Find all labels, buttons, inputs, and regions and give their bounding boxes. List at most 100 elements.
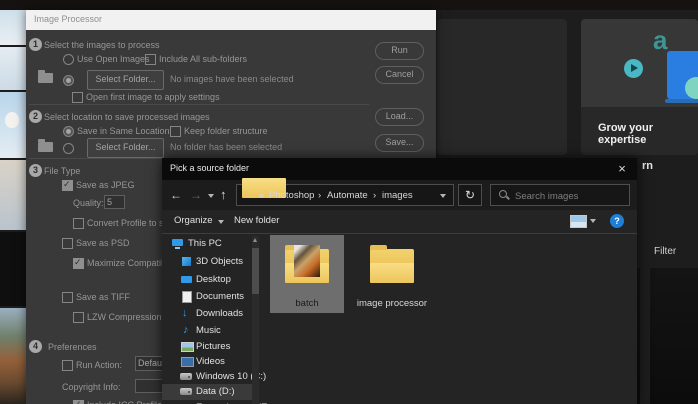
step1-title: Select the images to process <box>44 40 160 50</box>
keep-folder-structure-label[interactable]: Keep folder structure <box>184 126 268 136</box>
cancel-button[interactable]: Cancel <box>375 66 424 84</box>
divider <box>29 104 369 105</box>
breadcrumb-item-photoshop[interactable]: Photoshop <box>269 190 314 201</box>
letter-a-graphic: a <box>653 25 668 55</box>
up-icon[interactable]: ↑ <box>220 187 227 202</box>
open-first-image-checkbox[interactable] <box>72 92 83 103</box>
select-folder-radio[interactable] <box>63 75 74 86</box>
picker-title: Pick a source folder <box>170 163 250 173</box>
recent-thumbnail <box>0 10 26 45</box>
sidebar-item-data-d-selected[interactable]: Data (D:) <box>162 384 254 400</box>
folder-tile-image-processor[interactable]: image processor <box>350 235 434 313</box>
sidebar-item-entertainment[interactable]: Entertainment (E <box>162 400 267 404</box>
sidebar-item-desktop[interactable]: Desktop <box>162 272 254 288</box>
breadcrumb-separator: › <box>373 190 377 201</box>
documents-icon <box>182 291 192 303</box>
include-subfolders-checkbox[interactable] <box>145 54 156 65</box>
breadcrumb-separator: › <box>318 190 322 201</box>
address-chevron-icon[interactable] <box>440 194 446 198</box>
downloads-icon: ↓ <box>182 307 188 319</box>
save-psd-checkbox[interactable] <box>62 238 73 249</box>
search-input[interactable] <box>513 185 625 207</box>
include-icc-checkbox[interactable] <box>73 399 84 404</box>
save-psd-label[interactable]: Save as PSD <box>76 238 130 248</box>
sidebar-item-music[interactable]: ♪ Music <box>162 323 254 339</box>
refresh-icon: ↻ <box>464 188 476 202</box>
recent-thumbnail-balloon <box>0 92 26 158</box>
breadcrumb-item-automate[interactable]: Automate <box>327 190 368 201</box>
save-button[interactable]: Save... <box>375 134 424 152</box>
file-picker-dialog: Pick a source folder × ← → ↑ « Photoshop… <box>162 158 637 404</box>
batch-folder-preview <box>294 245 320 277</box>
save-tiff-checkbox[interactable] <box>62 292 73 303</box>
refresh-button[interactable]: ↻ <box>458 184 482 206</box>
new-folder-button[interactable]: New folder <box>234 215 279 226</box>
app-top-bar <box>0 0 698 10</box>
quality-label: Quality: <box>73 198 104 208</box>
organize-button[interactable]: Organize <box>174 215 213 226</box>
lzw-checkbox[interactable] <box>73 312 84 323</box>
run-button[interactable]: Run <box>375 42 424 60</box>
recent-thumbnail-temple <box>0 308 26 404</box>
sidebar-item-windows-c[interactable]: Windows 10 (C:) <box>162 369 266 385</box>
back-icon[interactable]: ← <box>170 188 182 202</box>
search-box[interactable] <box>490 184 630 207</box>
lzw-label[interactable]: LZW Compression <box>87 312 162 322</box>
load-button[interactable]: Load... <box>375 108 424 126</box>
copyright-label: Copyright Info: <box>62 382 121 392</box>
sidebar-scrollbar-thumb[interactable] <box>252 248 259 294</box>
image-processor-folder-icon <box>370 245 414 283</box>
save-same-location-label[interactable]: Save in Same Location <box>77 126 170 136</box>
scrollbar-up-icon[interactable] <box>253 238 257 242</box>
keep-folder-structure-checkbox[interactable] <box>170 126 181 137</box>
picker-nav-bar: ← → ↑ « Photoshop › Automate › images ↻ <box>162 178 637 210</box>
sidebar-item-videos[interactable]: Videos <box>162 354 254 370</box>
run-action-checkbox[interactable] <box>62 360 73 371</box>
sidebar-item-documents[interactable]: Documents <box>162 289 254 305</box>
folder-tile-batch[interactable]: batch <box>270 235 344 313</box>
sidebar-item-this-pc[interactable]: This PC <box>162 236 254 252</box>
learn-heading-fragment: rn <box>642 160 653 172</box>
convert-srgb-checkbox[interactable] <box>73 218 84 229</box>
open-first-image-label[interactable]: Open first image to apply settings <box>86 92 220 102</box>
maximize-compat-checkbox[interactable] <box>73 257 84 269</box>
recent-thumbnail <box>0 47 26 90</box>
quality-input[interactable] <box>104 195 125 209</box>
grow-card-title: Grow your expertise <box>598 122 654 146</box>
step2-title: Select location to save processed images <box>44 112 210 122</box>
picker-sidebar: This PC 3D Objects Desktop Documents ↓ D… <box>162 234 267 404</box>
image-processor-title-bar: Image Processor <box>26 10 436 30</box>
use-open-images-radio[interactable] <box>63 54 74 65</box>
select-dest-folder-radio[interactable] <box>63 143 74 154</box>
forward-icon[interactable]: → <box>190 188 202 202</box>
sidebar-item-3d-objects[interactable]: 3D Objects <box>162 254 254 270</box>
address-bar[interactable]: « Photoshop › Automate › images <box>236 178 454 206</box>
help-icon[interactable]: ? <box>610 214 624 228</box>
step3-title: File Type <box>44 166 81 176</box>
save-jpeg-checkbox[interactable] <box>62 179 73 191</box>
breadcrumb-item-images[interactable]: images <box>382 190 413 201</box>
save-jpeg-label[interactable]: Save as JPEG <box>76 180 135 190</box>
sidebar-item-pictures[interactable]: Pictures <box>162 339 254 355</box>
save-tiff-label[interactable]: Save as TIFF <box>76 292 130 302</box>
view-mode-icon[interactable] <box>570 215 587 228</box>
close-icon[interactable]: × <box>613 160 631 178</box>
history-chevron-icon[interactable] <box>208 194 214 198</box>
step3-number: 3 <box>29 164 42 177</box>
laptop-base-graphic <box>665 99 698 103</box>
breadcrumb-folder-icon <box>242 178 286 198</box>
include-icc-label[interactable]: Include ICC Profile <box>87 400 162 404</box>
filter-label[interactable]: Filter <box>654 246 676 257</box>
add-folder-icon <box>38 70 53 83</box>
search-icon <box>499 190 507 198</box>
select-source-folder-button[interactable]: Select Folder... <box>87 70 164 90</box>
organize-chevron-icon[interactable] <box>218 220 224 224</box>
sidebar-item-downloads[interactable]: ↓ Downloads <box>162 306 254 322</box>
run-action-label[interactable]: Run Action: <box>76 360 122 370</box>
save-same-location-radio[interactable] <box>63 126 74 137</box>
use-open-images-label[interactable]: Use Open Images <box>77 54 150 64</box>
include-subfolders-label[interactable]: Include All sub-folders <box>159 54 247 64</box>
recent-thumbnail <box>0 160 26 230</box>
view-mode-chevron-icon[interactable] <box>590 219 596 223</box>
select-dest-folder-button[interactable]: Select Folder... <box>87 138 164 158</box>
